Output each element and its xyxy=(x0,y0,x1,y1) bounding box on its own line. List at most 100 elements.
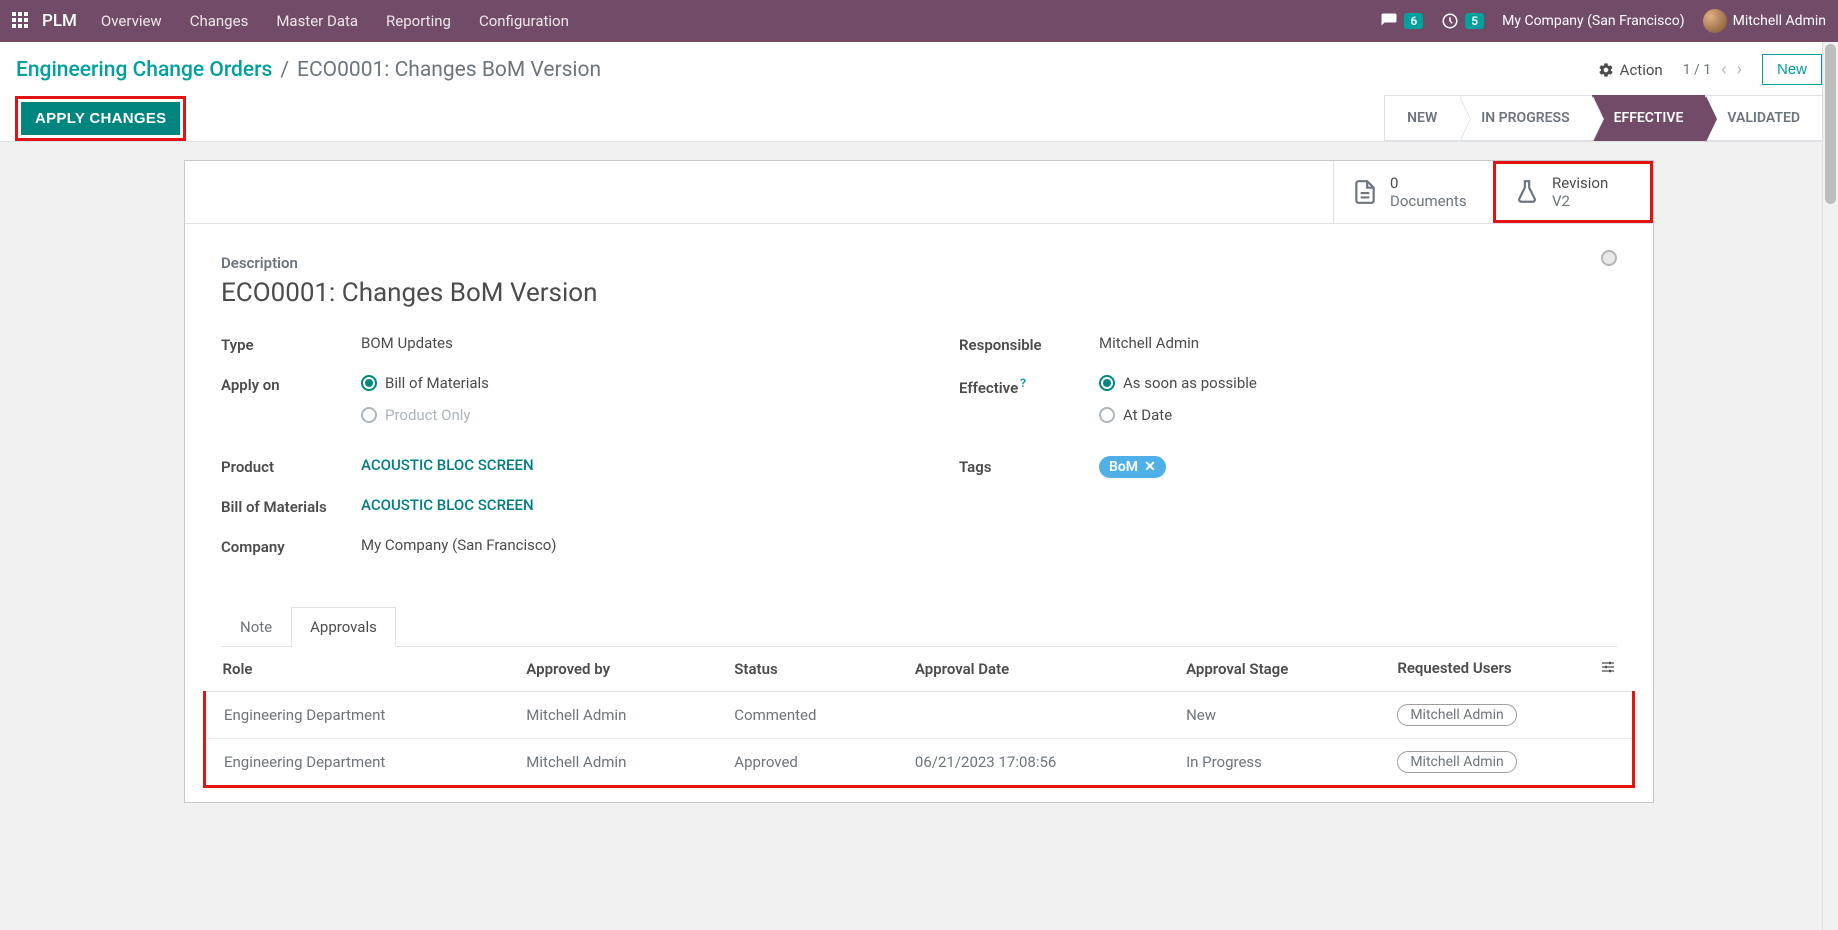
apply-on-bom-radio[interactable]: Bill of Materials xyxy=(361,374,489,392)
user-menu[interactable]: Mitchell Admin xyxy=(1703,9,1826,33)
col-approval-stage[interactable]: Approval Stage xyxy=(1168,647,1379,692)
approvals-table: Role Approved by Status Approval Date Ap… xyxy=(203,647,1635,788)
tab-approvals[interactable]: Approvals xyxy=(291,607,396,647)
tabs: Note Approvals xyxy=(221,606,1617,647)
responsible-value[interactable]: Mitchell Admin xyxy=(1099,334,1617,354)
stage-validated[interactable]: VALIDATED xyxy=(1705,95,1822,141)
cell-approved-by: Mitchell Admin xyxy=(508,692,716,739)
activities-button[interactable]: 5 xyxy=(1441,12,1484,30)
action-label: Action xyxy=(1620,61,1663,79)
cell-requested: Mitchell Admin xyxy=(1379,739,1633,787)
revision-button[interactable]: Revision V2 xyxy=(1493,161,1653,223)
cell-stage: New xyxy=(1168,692,1379,739)
user-chip[interactable]: Mitchell Admin xyxy=(1397,704,1516,726)
apply-on-label: Apply on xyxy=(221,374,361,438)
cell-date: 06/21/2023 17:08:56 xyxy=(897,739,1168,787)
messages-button[interactable]: 6 xyxy=(1380,12,1423,30)
company-label: Company xyxy=(221,536,361,556)
effective-atdate-radio[interactable]: At Date xyxy=(1099,406,1172,424)
cell-role: Engineering Department xyxy=(205,739,509,787)
description-value[interactable]: ECO0001: Changes BoM Version xyxy=(221,278,1617,308)
new-button[interactable]: New xyxy=(1762,54,1822,85)
scrollbar[interactable] xyxy=(1822,42,1838,930)
apply-changes-button[interactable]: APPLY CHANGES xyxy=(21,102,180,135)
radio-dot-icon xyxy=(361,375,377,391)
stage-in-progress[interactable]: IN PROGRESS xyxy=(1459,95,1591,141)
radio-dot-icon xyxy=(361,407,377,423)
type-label: Type xyxy=(221,334,361,354)
nav-configuration[interactable]: Configuration xyxy=(479,12,569,30)
app-title[interactable]: PLM xyxy=(42,11,77,31)
speech-bubble-icon xyxy=(1380,12,1398,30)
pager: 1 / 1 ‹ › xyxy=(1683,59,1742,80)
cell-role: Engineering Department xyxy=(205,692,509,739)
stage-new[interactable]: NEW xyxy=(1384,95,1459,141)
col-approved-by[interactable]: Approved by xyxy=(508,647,716,692)
nav-overview[interactable]: Overview xyxy=(101,12,162,30)
company-name: My Company (San Francisco) xyxy=(1502,13,1684,29)
revision-value: V2 xyxy=(1552,192,1608,210)
responsible-label: Responsible xyxy=(959,334,1099,354)
tag-bom[interactable]: BoM ✕ xyxy=(1099,456,1166,478)
messages-count: 6 xyxy=(1404,13,1423,29)
apps-icon[interactable] xyxy=(12,12,30,30)
pager-prev[interactable]: ‹ xyxy=(1721,59,1726,80)
company-value[interactable]: My Company (San Francisco) xyxy=(361,536,879,556)
nav-reporting[interactable]: Reporting xyxy=(386,12,451,30)
remove-tag-icon[interactable]: ✕ xyxy=(1144,459,1156,475)
breadcrumb-sep: / xyxy=(280,58,289,82)
action-menu[interactable]: Action xyxy=(1598,61,1663,79)
cell-requested: Mitchell Admin xyxy=(1379,692,1633,739)
nav-master-data[interactable]: Master Data xyxy=(276,12,358,30)
stage-bar: NEW IN PROGRESS EFFECTIVE VALIDATED xyxy=(1384,95,1822,141)
table-header-row: Role Approved by Status Approval Date Ap… xyxy=(205,647,1634,692)
table-body-highlight: Engineering Department Mitchell Admin Co… xyxy=(205,692,1634,787)
kanban-state-dot[interactable] xyxy=(1601,250,1617,266)
bom-link[interactable]: ACOUSTIC BLOC SCREEN xyxy=(361,496,534,514)
form-sheet: 0 Documents Revision V2 Description ECO0… xyxy=(184,160,1654,803)
bom-label: Bill of Materials xyxy=(221,496,361,516)
product-label: Product xyxy=(221,456,361,476)
description-label: Description xyxy=(221,254,1617,272)
revision-label: Revision xyxy=(1552,174,1608,192)
documents-label: Documents xyxy=(1390,192,1467,210)
radio-dot-icon xyxy=(1099,407,1115,423)
company-switcher[interactable]: My Company (San Francisco) xyxy=(1502,13,1684,29)
pager-next[interactable]: › xyxy=(1737,59,1742,80)
col-status[interactable]: Status xyxy=(716,647,897,692)
apply-on-product-radio[interactable]: Product Only xyxy=(361,406,471,424)
effective-asap-radio[interactable]: As soon as possible xyxy=(1099,374,1257,392)
cell-status: Approved xyxy=(716,739,897,787)
help-icon[interactable]: ? xyxy=(1020,376,1026,390)
sliders-icon[interactable] xyxy=(1600,659,1616,679)
product-link[interactable]: ACOUSTIC BLOC SCREEN xyxy=(361,456,534,474)
nav-changes[interactable]: Changes xyxy=(190,12,249,30)
cell-date xyxy=(897,692,1168,739)
avatar xyxy=(1703,9,1727,33)
breadcrumb-root[interactable]: Engineering Change Orders xyxy=(16,58,272,82)
scrollbar-thumb[interactable] xyxy=(1825,44,1836,204)
flask-icon xyxy=(1514,179,1540,205)
type-value[interactable]: BOM Updates xyxy=(361,334,879,354)
titlebar: Engineering Change Orders / ECO0001: Cha… xyxy=(0,42,1838,142)
apply-highlight: APPLY CHANGES xyxy=(15,96,186,141)
tab-note[interactable]: Note xyxy=(221,607,291,647)
col-approval-date[interactable]: Approval Date xyxy=(897,647,1168,692)
user-chip[interactable]: Mitchell Admin xyxy=(1397,751,1516,773)
document-icon xyxy=(1352,179,1378,205)
user-name: Mitchell Admin xyxy=(1733,13,1826,29)
table-row[interactable]: Engineering Department Mitchell Admin Ap… xyxy=(205,739,1634,787)
stage-effective[interactable]: EFFECTIVE xyxy=(1592,95,1706,141)
breadcrumb: Engineering Change Orders / ECO0001: Cha… xyxy=(16,58,601,82)
col-role[interactable]: Role xyxy=(205,647,509,692)
effective-label: Effective? xyxy=(959,374,1099,438)
tags-label: Tags xyxy=(959,456,1099,478)
cell-status: Commented xyxy=(716,692,897,739)
documents-button[interactable]: 0 Documents xyxy=(1333,161,1493,223)
gear-icon xyxy=(1598,62,1614,78)
table-row[interactable]: Engineering Department Mitchell Admin Co… xyxy=(205,692,1634,739)
top-nav: PLM Overview Changes Master Data Reporti… xyxy=(0,0,1838,42)
col-requested-users[interactable]: Requested Users xyxy=(1379,647,1633,692)
clock-icon xyxy=(1441,12,1459,30)
activities-count: 5 xyxy=(1465,13,1484,29)
